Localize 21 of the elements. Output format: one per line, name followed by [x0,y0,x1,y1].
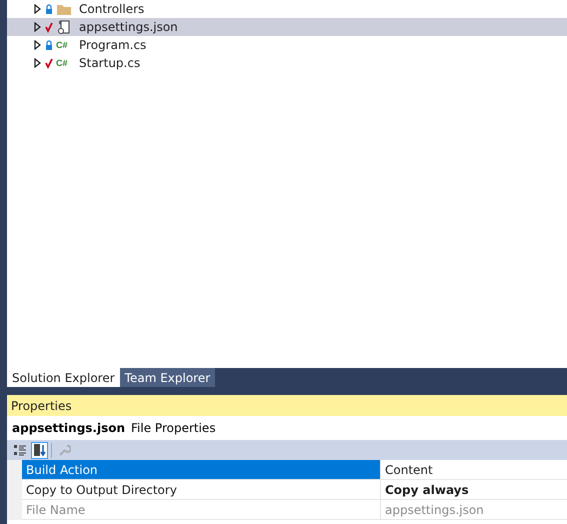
panel-title: Properties [11,398,72,412]
property-value[interactable]: Copy always [380,480,567,499]
sort-icon [32,443,46,457]
panel-tab[interactable]: Solution Explorer [7,368,120,387]
wrench-icon [56,443,70,457]
tree-item[interactable]: Controllers [7,0,567,18]
tree-item[interactable]: C# Startup.cs [7,54,567,72]
tree-item[interactable]: C# Program.cs [7,36,567,54]
sort-button[interactable] [31,442,48,458]
property-value[interactable]: Content [380,460,567,479]
object-type: File Properties [131,421,216,435]
property-name[interactable]: Copy to Output Directory [22,480,380,499]
csharp-icon: C# [56,58,72,68]
tree-item[interactable]: appsettings.json [7,18,567,36]
property-name[interactable]: Build Action [22,460,380,479]
object-name: appsettings.json [12,421,126,435]
categorized-icon [12,443,26,457]
folder-icon [56,2,72,16]
panel-tab[interactable]: Team Explorer [120,368,216,387]
csharp-icon: C# [56,40,72,50]
file-icon [56,19,72,35]
